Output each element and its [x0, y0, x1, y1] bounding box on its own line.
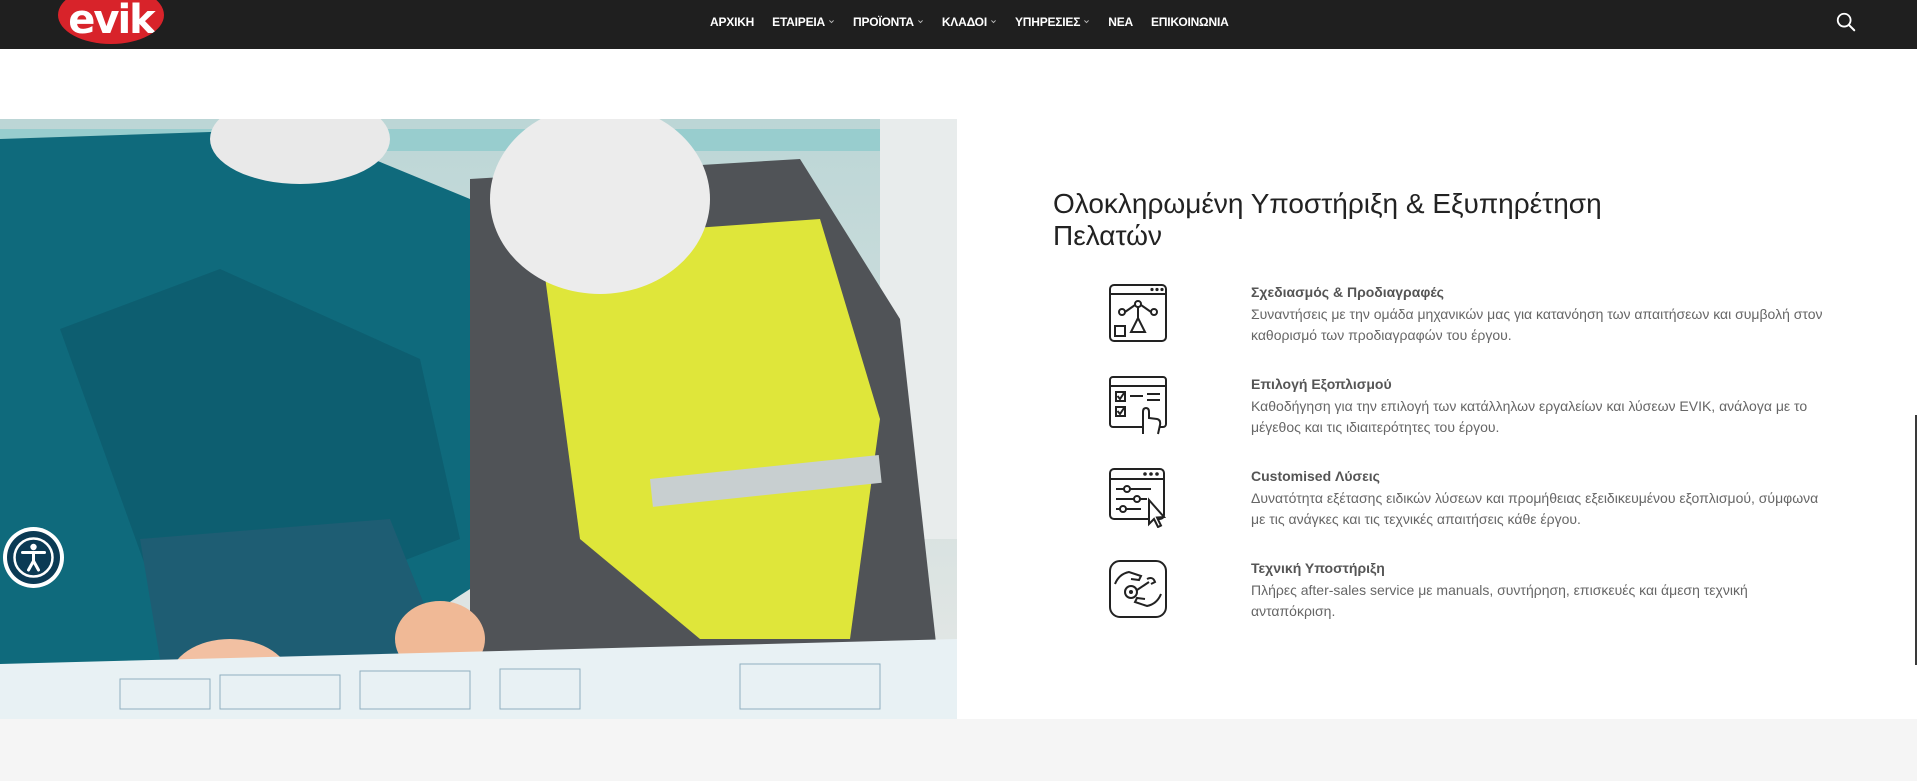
feature-design: Σχεδιασμός & Προδιαγραφές Συναντήσεις με…: [1107, 282, 1827, 352]
design-blueprint-icon: [1109, 284, 1167, 342]
custom-settings-icon: [1109, 468, 1167, 528]
chevron-down-icon: [991, 20, 996, 24]
feature-description: Δυνατότητα εξέτασης ειδικών λύσεων και π…: [1251, 490, 1819, 527]
footer-band: [0, 719, 1917, 781]
feature-description: Συναντήσεις με την ομάδα μηχανικών μας γ…: [1251, 306, 1823, 343]
top-navbar: evik ΑΡΧΙΚΗ ΕΤΑΙΡΕΙΑ ΠΡΟΪΟΝΤΑ ΚΛΑΔΟΙ ΥΠΗ…: [0, 0, 1917, 49]
feature-custom-solutions: Customised Λύσεις Δυνατότητα εξέτασης ει…: [1107, 466, 1827, 536]
nav-item-sectors[interactable]: ΚΛΑΔΟΙ: [942, 15, 997, 29]
logo-text: evik: [68, 0, 156, 43]
equipment-checklist-icon: [1109, 376, 1167, 435]
feature-technical-support: Τεχνική Υποστήριξη Πλήρες after-sales se…: [1107, 558, 1827, 628]
nav-label: ΝΕΑ: [1108, 14, 1133, 29]
accessibility-button-body: [7, 531, 60, 584]
nav-label: ΕΤΑΙΡΕΙΑ: [772, 14, 825, 29]
nav-item-company[interactable]: ΕΤΑΙΡΕΙΑ: [772, 15, 835, 29]
chevron-down-icon: [1084, 20, 1090, 24]
nav-item-news[interactable]: ΝΕΑ: [1108, 15, 1133, 29]
nav-label: ΑΡΧΙΚΗ: [710, 14, 755, 29]
accessibility-button[interactable]: [3, 527, 64, 588]
nav-item-home[interactable]: ΑΡΧΙΚΗ: [710, 15, 754, 29]
accessibility-icon: [13, 537, 54, 578]
feature-description: Πλήρες after-sales service με manuals, σ…: [1251, 582, 1748, 619]
main-nav: ΑΡΧΙΚΗ ΕΤΑΙΡΕΙΑ ΠΡΟΪΟΝΤΑ ΚΛΑΔΟΙ ΥΠΗΡΕΣΙΕ…: [710, 0, 1229, 43]
feature-description: Καθοδήγηση για την επιλογή των κατάλληλω…: [1251, 398, 1808, 435]
nav-item-products[interactable]: ΠΡΟΪΟΝΤΑ: [853, 15, 924, 29]
chevron-down-icon: [829, 20, 834, 24]
engineers-illustration: [0, 119, 957, 719]
technical-support-icon: [1109, 560, 1167, 618]
nav-label: ΥΠΗΡΕΣΙΕΣ: [1014, 14, 1081, 29]
search-icon[interactable]: [1835, 11, 1857, 33]
nav-item-services[interactable]: ΥΠΗΡΕΣΙΕΣ: [1015, 15, 1090, 29]
feature-title: Τεχνική Υποστήριξη: [1251, 560, 1385, 576]
chevron-down-icon: [917, 20, 923, 24]
nav-label: ΕΠΙΚΟΙΝΩΝΙΑ: [1151, 14, 1229, 29]
section-title: Ολοκληρωμένη Υποστήριξη & Εξυπηρέτηση Πε…: [1053, 188, 1602, 251]
nav-item-contact[interactable]: ΕΠΙΚΟΙΝΩΝΙΑ: [1151, 15, 1229, 29]
feature-title: Customised Λύσεις: [1251, 468, 1380, 484]
nav-label: ΠΡΟΪΟΝΤΑ: [853, 14, 914, 29]
feature-title: Σχεδιασμός & Προδιαγραφές: [1251, 284, 1444, 300]
feature-title: Επιλογή Εξοπλισμού: [1251, 376, 1392, 392]
feature-equipment: Επιλογή Εξοπλισμού Καθοδήγηση για την επ…: [1107, 374, 1827, 444]
nav-label: ΚΛΑΔΟΙ: [941, 14, 987, 29]
evik-logo[interactable]: evik: [58, 0, 164, 44]
engineers-photo: [0, 119, 957, 719]
